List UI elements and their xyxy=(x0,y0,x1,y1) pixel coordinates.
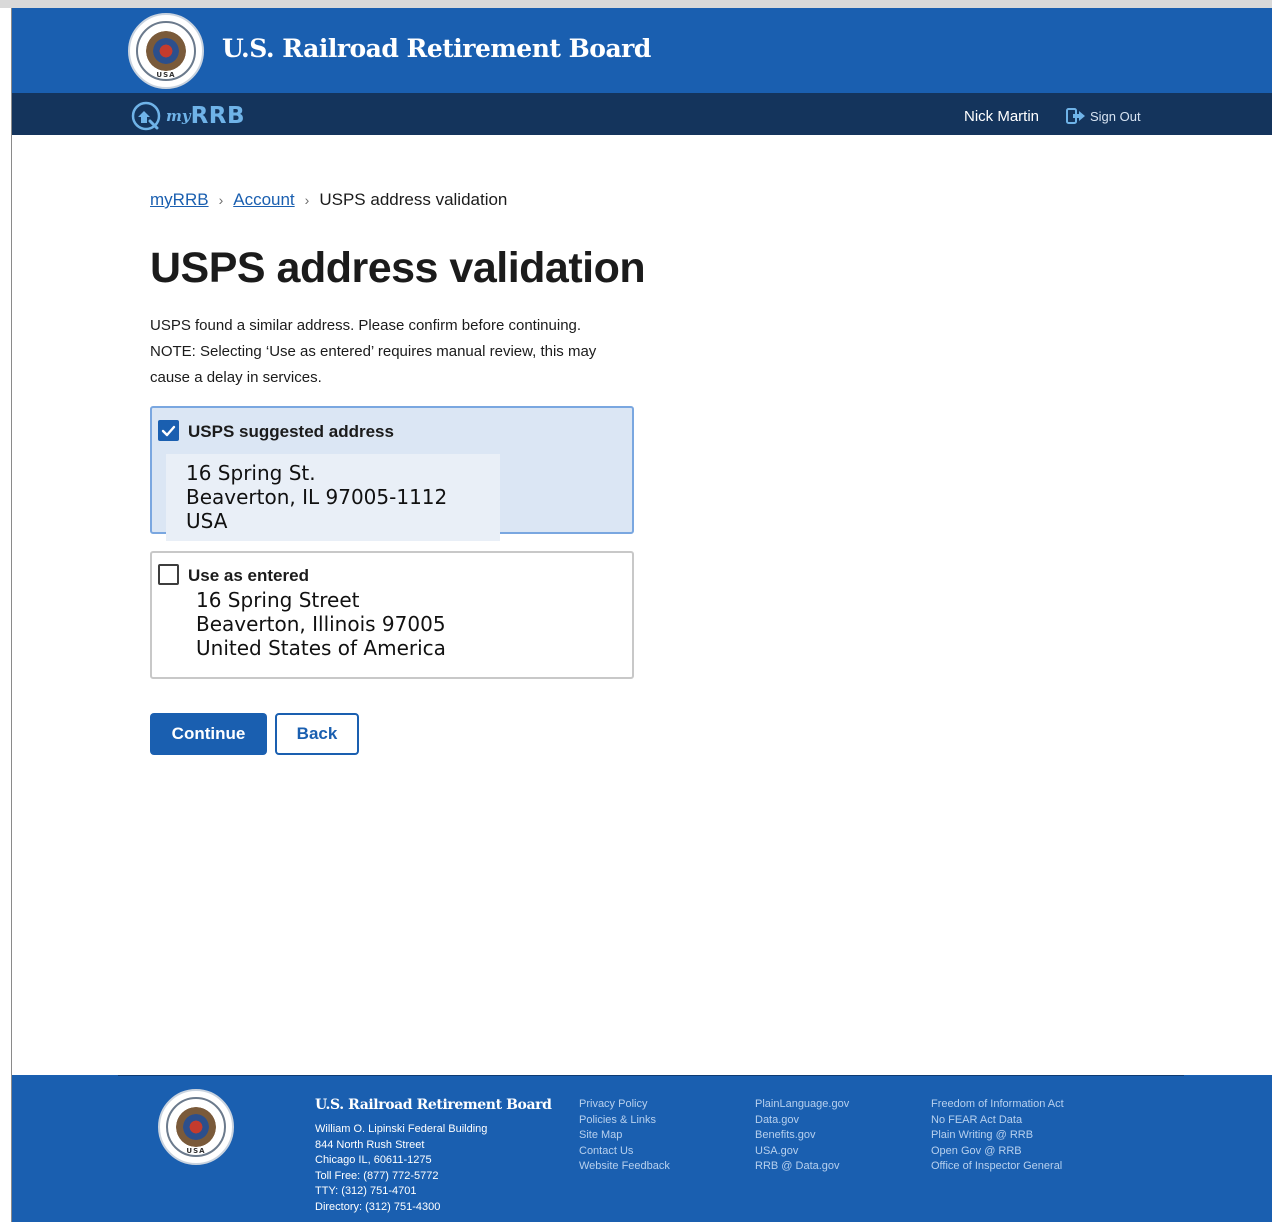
footer-links-transparency: Freedom of Information Act No FEAR Act D… xyxy=(931,1097,1064,1175)
breadcrumb-myrrb[interactable]: myRRB xyxy=(150,190,209,210)
footer-links-gov: PlainLanguage.gov Data.gov Benefits.gov … xyxy=(755,1097,849,1175)
footer-address-line: William O. Lipinski Federal Building xyxy=(315,1123,488,1135)
breadcrumb-current: USPS address validation xyxy=(319,190,508,209)
seal-text: USA xyxy=(156,71,176,79)
footer-link[interactable]: Site Map xyxy=(579,1128,670,1144)
logo-prefix: my xyxy=(166,107,191,125)
footer-address-line: 844 North Rush Street xyxy=(315,1138,425,1151)
breadcrumb-separator: › xyxy=(304,192,310,208)
back-button[interactable]: Back xyxy=(275,713,359,755)
footer-link[interactable]: USA.gov xyxy=(755,1144,849,1160)
address-line: USA xyxy=(186,509,228,533)
sign-out-icon xyxy=(1066,108,1085,124)
entered-address-label: Use as entered xyxy=(188,566,309,583)
continue-button[interactable]: Continue xyxy=(150,713,267,755)
logo-name: RRB xyxy=(190,103,246,129)
address-line: 16 Spring Street xyxy=(196,588,360,612)
footer-link[interactable]: Data.gov xyxy=(755,1113,849,1129)
footer-address-line: Chicago IL, 60611-1275 xyxy=(315,1154,432,1167)
footer-link[interactable]: Open Gov @ RRB xyxy=(931,1144,1064,1160)
page-left-border xyxy=(11,8,12,1222)
address-line: 16 Spring St. xyxy=(186,461,316,485)
intro-text: USPS found a similar address. Please con… xyxy=(150,313,650,391)
footer-link[interactable]: PlainLanguage.gov xyxy=(755,1097,849,1113)
site-title[interactable]: U.S. Railroad Retirement Board xyxy=(222,34,651,63)
suggested-address-text: 16 Spring St. Beaverton, IL 97005-1112 U… xyxy=(186,461,447,533)
sign-out-link[interactable]: Sign Out xyxy=(1066,107,1141,125)
address-line: Beaverton, IL 97005-1112 xyxy=(186,485,448,509)
user-name: Nick Martin xyxy=(964,108,1040,125)
breadcrumb-separator: › xyxy=(218,192,224,208)
footer-link[interactable]: RRB @ Data.gov xyxy=(755,1159,849,1175)
rrb-seal-logo[interactable]: USA xyxy=(128,13,204,89)
entered-address-checkbox[interactable] xyxy=(158,564,179,585)
intro-line: cause a delay in services. xyxy=(150,369,322,386)
seal-text: USA xyxy=(186,1147,206,1155)
myrrb-logo[interactable]: my RRB xyxy=(130,100,245,132)
address-line: Beaverton, Illinois 97005 xyxy=(196,612,446,636)
browser-top-strip xyxy=(0,0,1272,8)
page-title: USPS address validation xyxy=(150,244,646,292)
footer-address: William O. Lipinski Federal Building 844… xyxy=(315,1122,487,1216)
breadcrumb-account[interactable]: Account xyxy=(233,190,294,210)
checkmark-icon xyxy=(161,425,176,437)
footer-links-policies: Privacy Policy Policies & Links Site Map… xyxy=(579,1097,670,1175)
footer-address-line: Directory: (312) 751-4300 xyxy=(315,1200,441,1213)
myrrb-badge-icon xyxy=(131,101,161,131)
intro-line: NOTE: Selecting ‘Use as entered’ require… xyxy=(150,343,597,360)
footer-link[interactable]: No FEAR Act Data xyxy=(931,1113,1064,1129)
intro-line: USPS found a similar address. Please con… xyxy=(150,317,582,334)
footer-link[interactable]: Privacy Policy xyxy=(579,1097,670,1113)
footer-address-line: Toll Free: (877) 772-5772 xyxy=(315,1169,439,1182)
footer-link[interactable]: Contact Us xyxy=(579,1144,670,1160)
address-line: United States of America xyxy=(196,636,446,660)
footer-link[interactable]: Policies & Links xyxy=(579,1113,670,1129)
footer-address-line: TTY: (312) 751-4701 xyxy=(315,1185,417,1198)
footer-link[interactable]: Plain Writing @ RRB xyxy=(931,1128,1064,1144)
footer-link[interactable]: Office of Inspector General xyxy=(931,1159,1064,1175)
footer-link[interactable]: Freedom of Information Act xyxy=(931,1097,1064,1113)
suggested-address-label: USPS suggested address xyxy=(188,422,394,441)
footer-link[interactable]: Benefits.gov xyxy=(755,1128,849,1144)
footer-link[interactable]: Website Feedback xyxy=(579,1159,670,1175)
footer-top-rule xyxy=(118,1075,1184,1076)
breadcrumb: myRRB › Account › USPS address validatio… xyxy=(150,190,507,210)
entered-address-text: 16 Spring Street Beaverton, Illinois 970… xyxy=(196,588,446,660)
suggested-address-checkbox[interactable] xyxy=(158,420,179,441)
footer-seal-logo: USA xyxy=(158,1089,234,1165)
sign-out-label: Sign Out xyxy=(1090,108,1141,124)
footer-org-title: U.S. Railroad Retirement Board xyxy=(315,1097,552,1113)
